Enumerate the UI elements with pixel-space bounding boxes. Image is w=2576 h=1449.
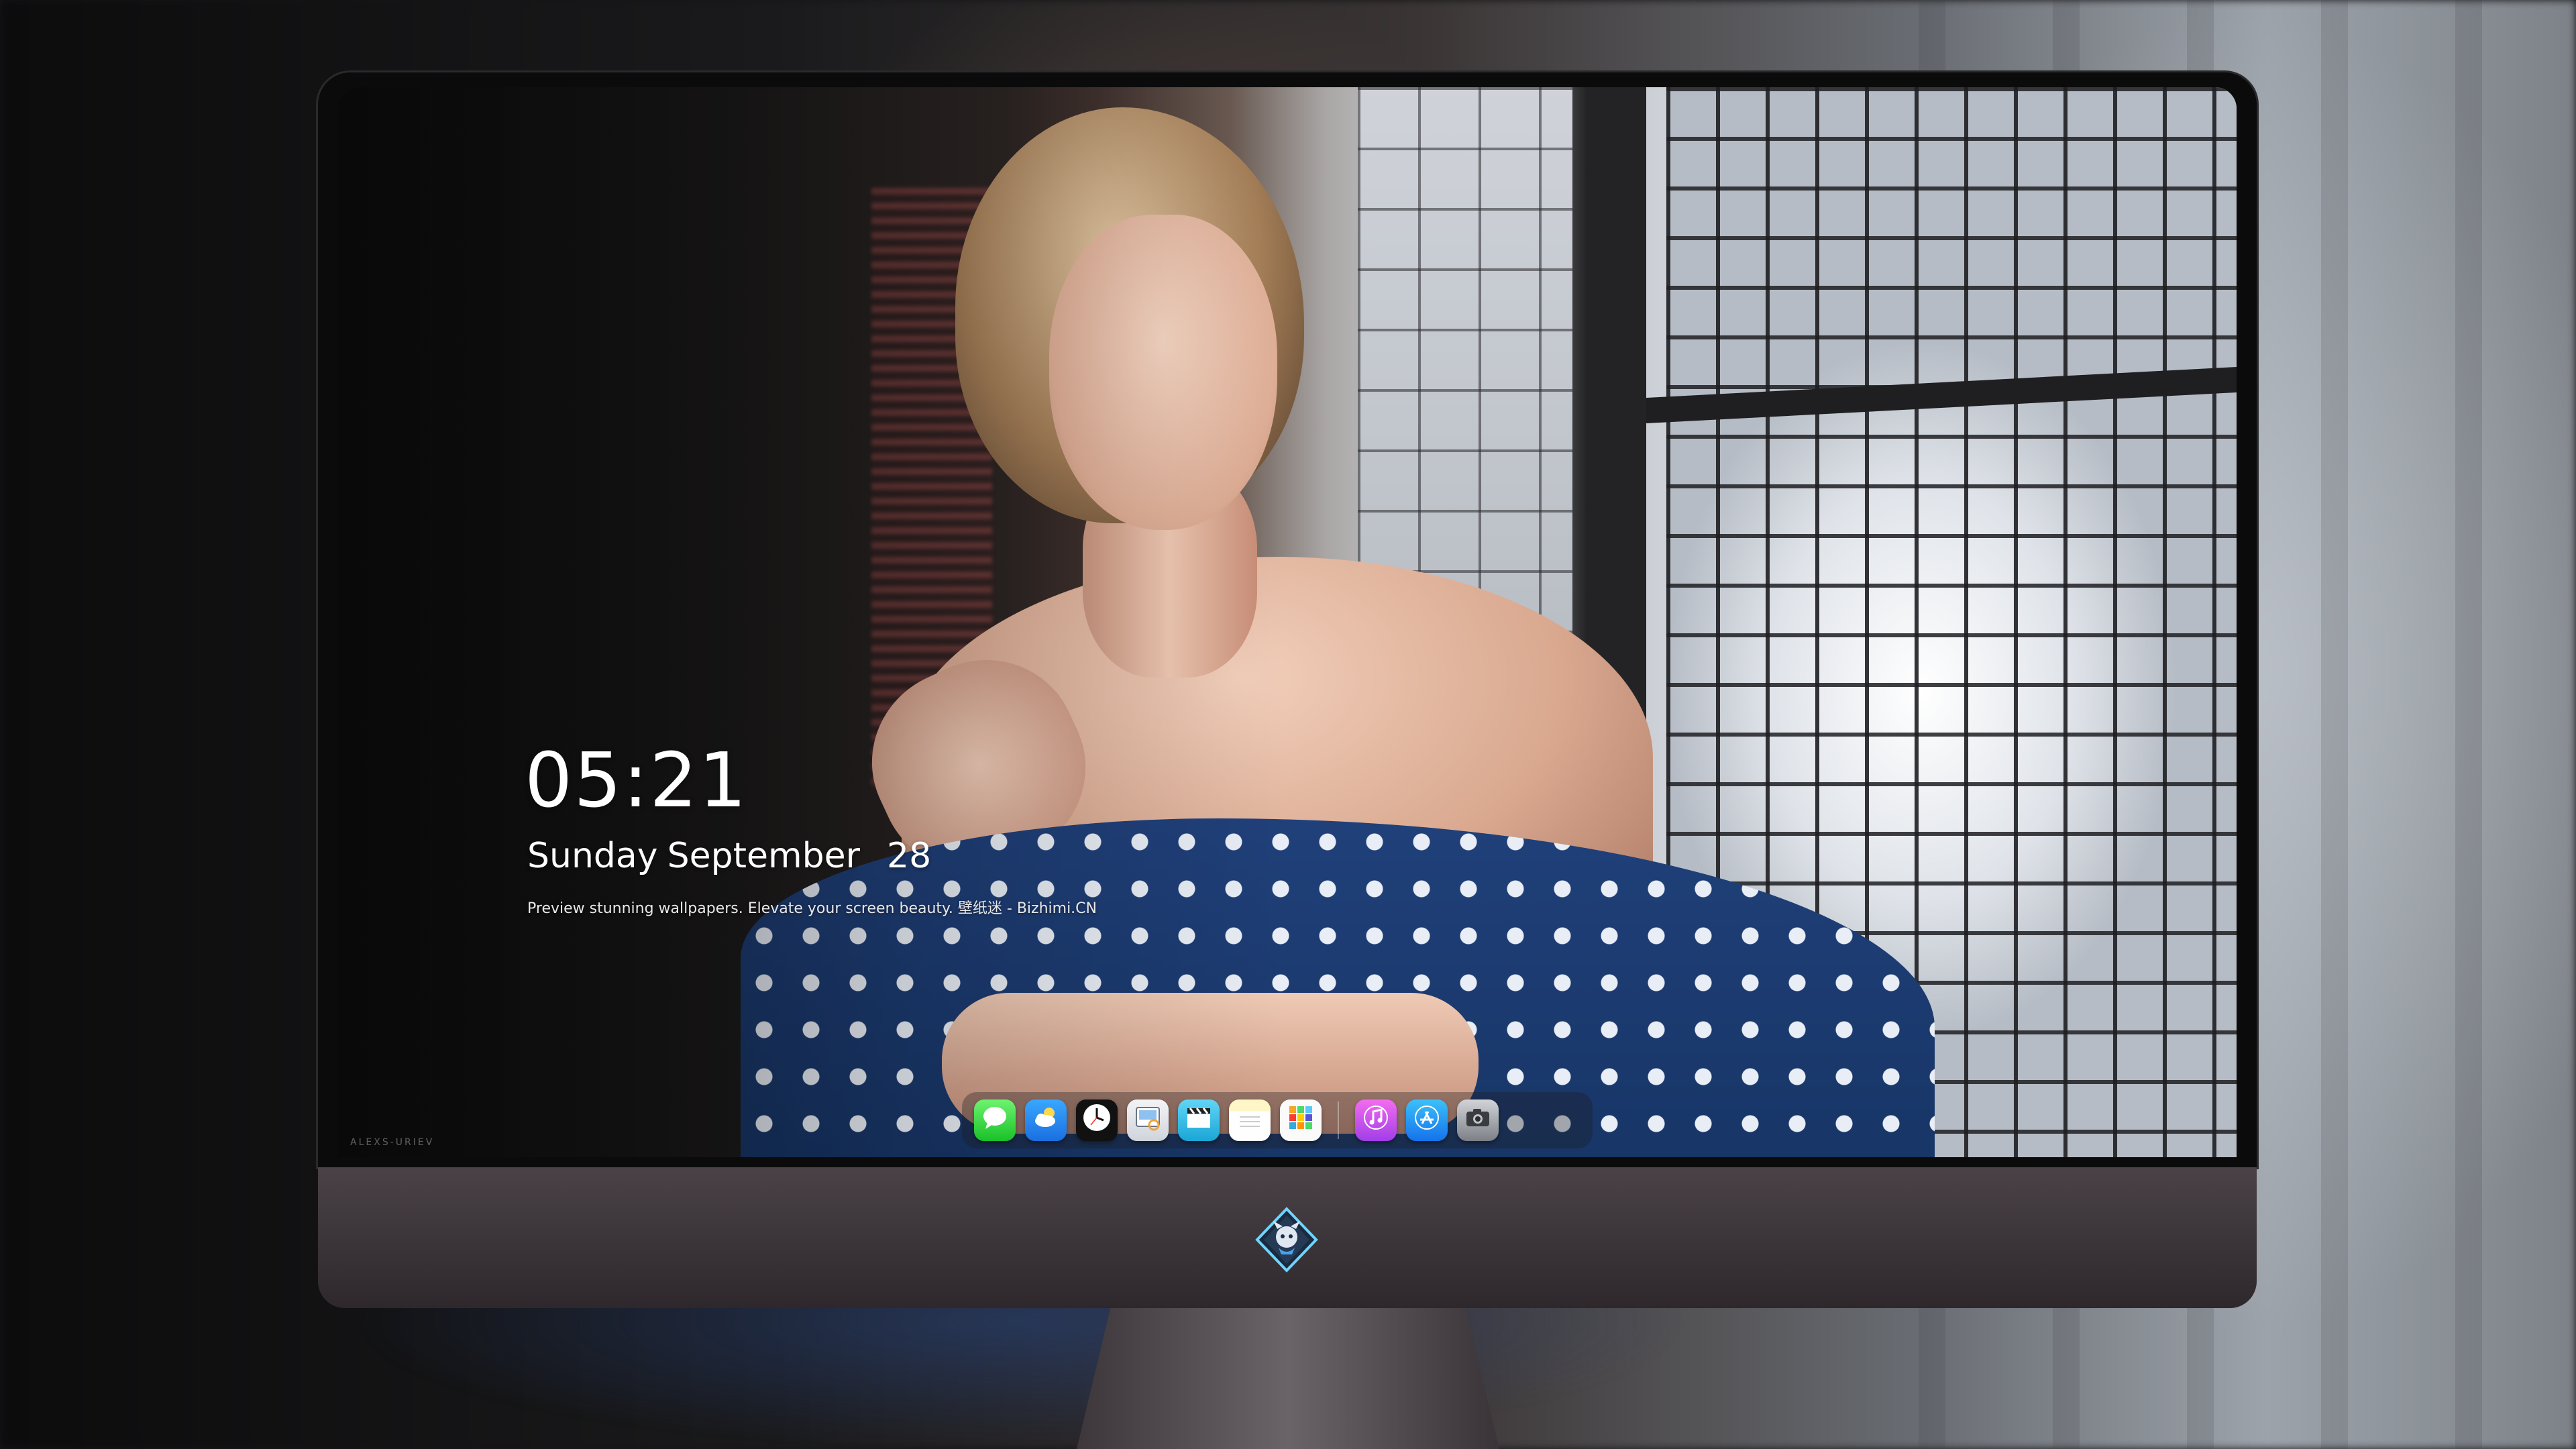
lock-tagline: Preview stunning wallpapers. Elevate you… <box>527 900 1097 917</box>
monitor: 05:21 Sunday September 28 Preview stunning… <box>318 72 2257 1308</box>
dock-video[interactable] <box>1178 1099 1220 1141</box>
lock-screen[interactable]: 05:21 Sunday September 28 Preview stunning… <box>338 87 2237 1157</box>
dock-photos[interactable] <box>1280 1099 1322 1141</box>
dock-weather[interactable] <box>1025 1099 1067 1141</box>
lock-date: Sunday September 28 <box>527 839 941 873</box>
dock-music[interactable] <box>1355 1099 1397 1141</box>
dock-notes[interactable] <box>1229 1099 1271 1141</box>
preview-icon <box>1132 1102 1163 1139</box>
lock-date-day: 28 <box>887 836 932 876</box>
lock-date-month: September <box>667 836 860 876</box>
monitor-brand-logo-icon <box>1253 1206 1320 1273</box>
monitor-stand <box>1077 1308 1499 1449</box>
photos-grid-icon <box>1285 1102 1316 1139</box>
clapperboard-icon <box>1183 1102 1214 1139</box>
dock <box>962 1092 1593 1148</box>
music-note-icon <box>1360 1102 1391 1139</box>
photographer-watermark: ALEXS-URIEV <box>350 1137 435 1148</box>
dock-messages[interactable] <box>974 1099 1016 1141</box>
dock-clock[interactable] <box>1076 1099 1118 1141</box>
camera-icon <box>1462 1102 1493 1139</box>
dock-camera[interactable] <box>1457 1099 1499 1141</box>
dock-app-store[interactable] <box>1406 1099 1448 1141</box>
wallpaper-vignette <box>338 87 2237 1157</box>
cloud-icon <box>1030 1102 1061 1139</box>
screen-bezel: 05:21 Sunday September 28 Preview stunning… <box>318 72 2257 1167</box>
lock-date-weekday: Sunday <box>527 836 658 876</box>
notes-icon <box>1234 1102 1265 1139</box>
chat-bubble-icon <box>979 1102 1010 1139</box>
clock-icon <box>1081 1102 1112 1139</box>
lock-clock: 05:21 <box>525 737 748 824</box>
dock-preview[interactable] <box>1127 1099 1169 1141</box>
app-store-icon <box>1411 1102 1442 1139</box>
dock-separator <box>1338 1102 1339 1139</box>
